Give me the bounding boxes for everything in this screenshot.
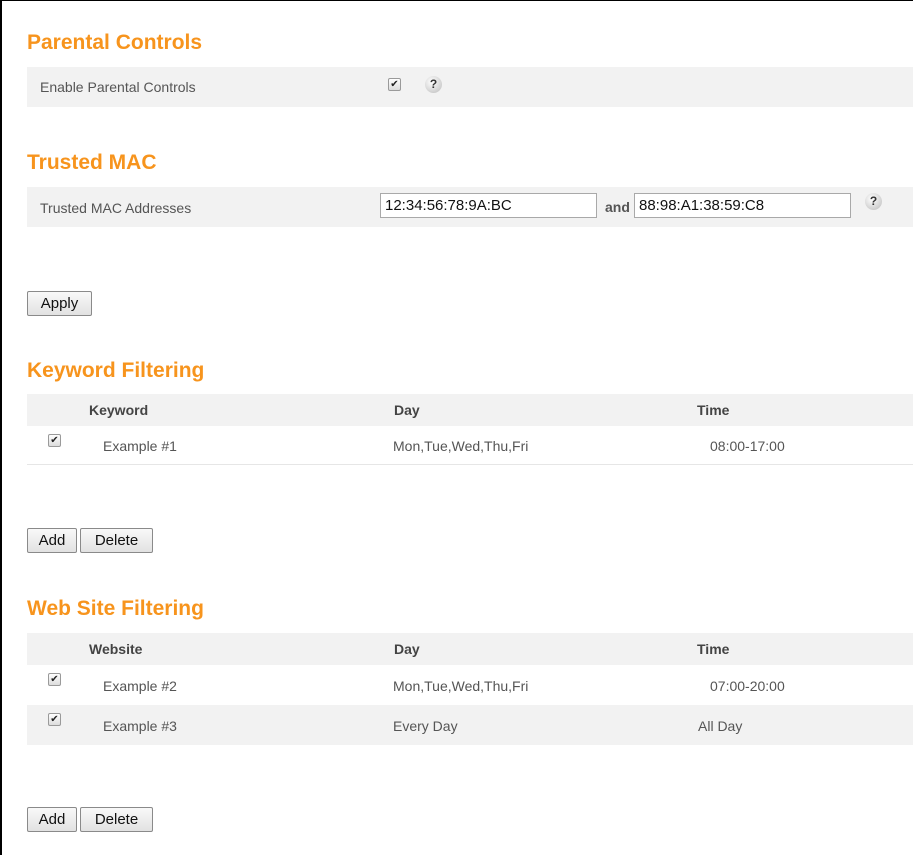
row-select-checkbox[interactable]: ✔	[48, 673, 61, 686]
trusted-mac-heading: Trusted MAC	[27, 151, 157, 174]
table-row: ✔ Example #1 Mon,Tue,Wed,Thu,Fri 08:00-1…	[27, 426, 913, 464]
keyword-filtering-heading: Keyword Filtering	[27, 359, 205, 382]
website-delete-button[interactable]: Delete	[80, 807, 153, 832]
enable-parental-controls-checkbox[interactable]: ✔	[388, 78, 401, 91]
table-row: ✔ Example #3 Every Day All Day	[27, 705, 913, 745]
website-table-header: Website Day Time	[27, 633, 913, 665]
website-time: All Day	[698, 718, 743, 734]
checkmark-icon: ✔	[50, 714, 59, 725]
column-header-website: Website	[89, 641, 143, 657]
column-header-day: Day	[394, 402, 420, 418]
trusted-mac-2-input[interactable]	[634, 193, 851, 218]
keyword-day: Mon,Tue,Wed,Thu,Fri	[393, 438, 529, 454]
trusted-mac-addresses-label: Trusted MAC Addresses	[40, 200, 192, 216]
website-name: Example #2	[103, 678, 177, 694]
trusted-mac-1-input[interactable]	[380, 193, 597, 218]
website-time: 07:00-20:00	[710, 678, 785, 694]
page-frame: Parental Controls Enable Parental Contro…	[0, 0, 913, 855]
keyword-name: Example #1	[103, 438, 177, 454]
website-add-button[interactable]: Add	[27, 807, 77, 832]
keyword-delete-button[interactable]: Delete	[80, 528, 153, 553]
column-header-keyword: Keyword	[89, 402, 149, 418]
website-day: Mon,Tue,Wed,Thu,Fri	[393, 678, 529, 694]
keyword-add-button[interactable]: Add	[27, 528, 77, 553]
website-filtering-heading: Web Site Filtering	[27, 597, 204, 620]
question-mark-icon[interactable]: ?	[865, 193, 882, 210]
and-joiner: and	[605, 199, 630, 215]
trusted-mac-row: Trusted MAC Addresses and ?	[27, 187, 913, 227]
question-mark-icon[interactable]: ?	[425, 76, 442, 93]
parental-controls-row: Enable Parental Controls ✔ ?	[27, 67, 913, 107]
enable-parental-controls-label: Enable Parental Controls	[40, 79, 196, 95]
column-header-time: Time	[697, 402, 730, 418]
column-header-day: Day	[394, 641, 420, 657]
checkmark-icon: ✔	[390, 79, 399, 90]
apply-button[interactable]: Apply	[27, 291, 92, 316]
row-divider	[27, 464, 913, 465]
row-select-checkbox[interactable]: ✔	[48, 713, 61, 726]
column-header-time: Time	[697, 641, 730, 657]
website-name: Example #3	[103, 718, 177, 734]
parental-controls-heading: Parental Controls	[27, 31, 203, 54]
checkmark-icon: ✔	[50, 674, 59, 685]
checkmark-icon: ✔	[50, 435, 59, 446]
website-day: Every Day	[393, 718, 458, 734]
row-select-checkbox[interactable]: ✔	[48, 434, 61, 447]
keyword-time: 08:00-17:00	[710, 438, 785, 454]
table-row: ✔ Example #2 Mon,Tue,Wed,Thu,Fri 07:00-2…	[27, 665, 913, 705]
keyword-table-header: Keyword Day Time	[27, 394, 913, 426]
